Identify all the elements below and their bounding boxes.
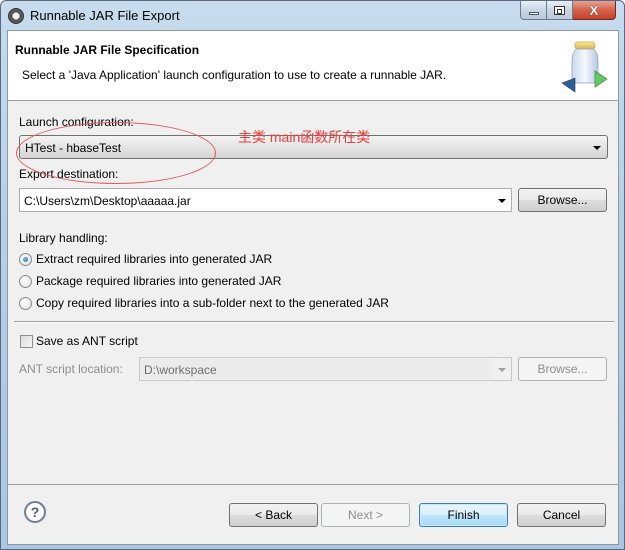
chevron-down-icon [498, 368, 506, 372]
help-icon[interactable]: ? [24, 501, 46, 523]
footer-divider [8, 484, 618, 485]
dialog-body: Runnable JAR File Specification Select a… [7, 30, 619, 545]
back-button[interactable]: < Back [229, 503, 318, 527]
export-destination-browse-button[interactable]: Browse... [518, 188, 607, 212]
radio-package-libraries-label[interactable]: Package required libraries into generate… [36, 274, 281, 288]
section-divider [14, 321, 614, 323]
close-button[interactable]: X [573, 1, 616, 20]
wizard-header: Runnable JAR File Specification Select a… [8, 31, 618, 101]
next-button[interactable]: Next > [321, 503, 410, 527]
eclipse-gear-icon [8, 8, 24, 24]
radio-copy-libraries[interactable] [19, 297, 32, 310]
window-controls: X [520, 1, 616, 21]
save-ant-script-checkbox[interactable] [20, 335, 33, 348]
cancel-button[interactable]: Cancel [517, 503, 606, 527]
title-bar[interactable]: Runnable JAR File Export X [1, 1, 624, 31]
radio-extract-libraries-label[interactable]: Extract required libraries into generate… [36, 252, 272, 266]
annotation-ellipse [16, 122, 216, 184]
minimize-button[interactable] [520, 1, 547, 20]
page-title: Runnable JAR File Specification [15, 43, 200, 57]
jar-export-wizard-icon [561, 41, 608, 93]
annotation-text: 主类 main函数所在类 [238, 129, 371, 145]
close-icon: X [589, 2, 599, 18]
window-title: Runnable JAR File Export [30, 8, 180, 23]
export-dialog-window: Runnable JAR File Export X Runnable JAR … [0, 0, 625, 550]
export-destination-value: C:\Users\zm\Desktop\aaaaa.jar [24, 194, 191, 208]
finish-button[interactable]: Finish [419, 503, 508, 527]
maximize-icon [554, 5, 565, 15]
minimize-icon [528, 11, 539, 15]
export-destination-input[interactable]: C:\Users\zm\Desktop\aaaaa.jar [19, 188, 512, 212]
maximize-button[interactable] [547, 1, 573, 20]
library-handling-label: Library handling: [19, 231, 108, 245]
ant-script-location-value: D:\workspace [144, 363, 217, 377]
chevron-down-icon [498, 199, 506, 203]
chevron-down-icon [593, 146, 601, 150]
page-description: Select a 'Java Application' launch confi… [22, 68, 447, 82]
radio-extract-libraries[interactable] [19, 253, 32, 266]
radio-package-libraries[interactable] [19, 275, 32, 288]
ant-script-location-label: ANT script location: [19, 362, 123, 376]
radio-copy-libraries-label[interactable]: Copy required libraries into a sub-folde… [36, 296, 389, 310]
ant-script-location-input[interactable]: D:\workspace [139, 357, 512, 381]
ant-script-browse-button[interactable]: Browse... [518, 357, 607, 381]
save-ant-script-label[interactable]: Save as ANT script [36, 334, 138, 348]
